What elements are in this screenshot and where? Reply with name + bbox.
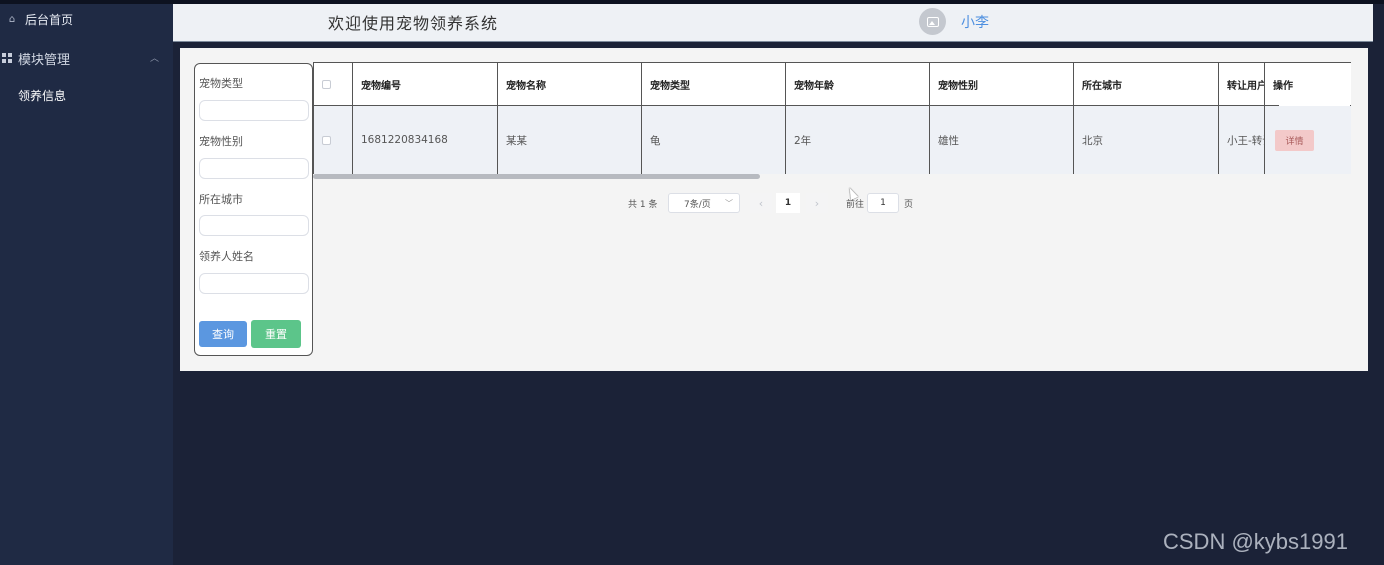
- sidebar-item-label: 领养信息: [18, 88, 67, 103]
- pet-type-label: 宠物类型: [199, 77, 243, 90]
- sidebar-item-label: 后台首页: [25, 12, 74, 27]
- pet-sex-input[interactable]: [199, 158, 309, 179]
- prev-page-button[interactable]: ‹: [750, 193, 772, 213]
- home-icon: ⌂: [8, 13, 16, 25]
- actions-cell: 详情: [1264, 106, 1351, 174]
- pet-sex-label: 宠物性别: [199, 135, 243, 148]
- pet-sex-cell: 雄性: [930, 106, 1074, 174]
- page-suffix-label: 页: [904, 199, 914, 210]
- horizontal-scrollbar[interactable]: [313, 174, 760, 179]
- pet-age-cell: 2年: [786, 106, 930, 174]
- select-all-cell: [314, 63, 353, 105]
- chevron-right-icon: ›: [814, 196, 820, 210]
- pagination-total: 共 1 条: [628, 199, 658, 210]
- pet-name-cell: 某某: [498, 106, 642, 174]
- page-size-select[interactable]: 7条/页 ﹀: [668, 193, 740, 213]
- next-page-button[interactable]: ›: [806, 193, 828, 213]
- data-table: 宠物编号 宠物名称 宠物类型 宠物年龄 宠物性别 所在城市 转让用户 操作 16…: [313, 62, 1351, 174]
- chevron-left-icon: ‹: [758, 196, 764, 210]
- city-input[interactable]: [199, 215, 309, 236]
- pet-type-cell: 龟: [642, 106, 786, 174]
- select-all-checkbox[interactable]: [322, 79, 331, 89]
- chevron-up-icon: ︿: [149, 54, 159, 64]
- chevron-down-icon: ﹀: [725, 198, 733, 208]
- pet-id-cell: 1681220834168: [353, 106, 498, 174]
- image-icon: [926, 16, 939, 27]
- column-header[interactable]: 宠物性别: [930, 63, 1074, 105]
- watermark: CSDN @kybs1991: [1163, 529, 1348, 554]
- pet-type-input[interactable]: [199, 100, 309, 121]
- username[interactable]: 小李: [961, 12, 989, 32]
- sidebar: ⌂ 后台首页 模块管理 ︿ 领养信息: [0, 4, 173, 565]
- grid-icon: [2, 53, 12, 63]
- table-header: 宠物编号 宠物名称 宠物类型 宠物年龄 宠物性别 所在城市 转让用户: [314, 63, 1279, 106]
- row-checkbox[interactable]: [322, 135, 331, 145]
- sidebar-group-module-management[interactable]: 模块管理 ︿: [0, 43, 173, 73]
- column-header[interactable]: 宠物年龄: [786, 63, 930, 105]
- top-header: 欢迎使用宠物领养系统 小李: [173, 4, 1373, 42]
- table-row[interactable]: 1681220834168 某某 龟 2年 雄性 北京 小王-转让: [314, 106, 1279, 174]
- page-number-current[interactable]: 1: [776, 193, 800, 213]
- sidebar-item-home[interactable]: ⌂ 后台首页: [0, 4, 173, 34]
- city-cell: 北京: [1074, 106, 1219, 174]
- welcome-title: 欢迎使用宠物领养系统: [328, 14, 499, 33]
- column-header[interactable]: 宠物编号: [353, 63, 498, 105]
- column-header[interactable]: 所在城市: [1074, 63, 1219, 105]
- column-header[interactable]: 宠物类型: [642, 63, 786, 105]
- search-form: 宠物类型 宠物性别 所在城市 领养人姓名 查询 重置: [194, 63, 313, 356]
- adopter-name-label: 领养人姓名: [199, 250, 254, 263]
- row-select-cell: [314, 106, 353, 174]
- sidebar-item-adoption-info[interactable]: 领养信息: [0, 80, 173, 110]
- city-label: 所在城市: [199, 193, 243, 206]
- page-size-value: 7条/页: [684, 199, 711, 210]
- sidebar-group-label: 模块管理: [18, 52, 71, 68]
- query-button[interactable]: 查询: [199, 321, 247, 347]
- column-header-actions: 操作: [1264, 63, 1351, 105]
- column-header[interactable]: 宠物名称: [498, 63, 642, 105]
- reset-button[interactable]: 重置: [251, 320, 301, 348]
- detail-button[interactable]: 详情: [1275, 129, 1314, 151]
- goto-page-input[interactable]: 1: [867, 193, 899, 213]
- avatar[interactable]: [919, 8, 946, 35]
- adopter-name-input[interactable]: [199, 273, 309, 294]
